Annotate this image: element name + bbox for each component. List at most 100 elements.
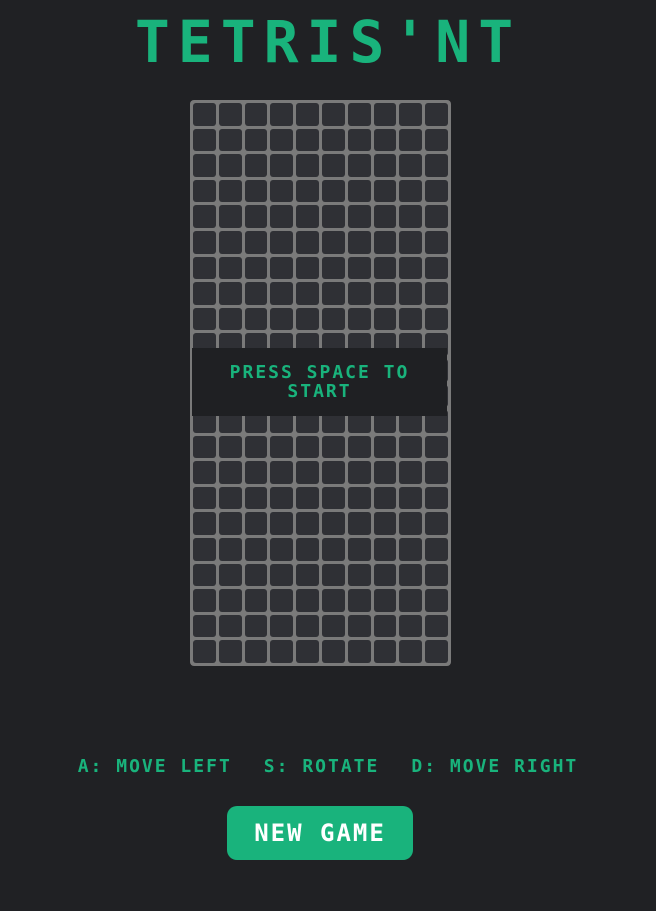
board-cell: [399, 435, 423, 459]
board-cell: [244, 640, 268, 663]
board-cell: [347, 512, 371, 536]
board-cell: [347, 205, 371, 228]
board-cell: [296, 205, 319, 228]
board-cell: [193, 154, 216, 177]
start-prompt: PRESS SPACE TO START: [229, 362, 410, 402]
board-cell: [193, 512, 216, 536]
control-key: S:: [263, 756, 290, 777]
board-cell: [321, 154, 345, 177]
board-cell: [399, 486, 423, 510]
board-cell: [270, 589, 294, 612]
board-cell: [347, 179, 371, 203]
controls-legend: A: MOVE LEFT S: ROTATE D: MOVE RIGHT: [0, 756, 656, 777]
board-cell: [321, 589, 345, 612]
board-cell: [244, 461, 268, 484]
board-cell: [270, 538, 294, 561]
board-cell: [399, 461, 423, 484]
board-cell: [270, 205, 294, 228]
board-cell: [244, 256, 268, 280]
board-cell: [399, 563, 423, 587]
board-cell: [218, 282, 242, 305]
board-cell: [399, 256, 423, 280]
board-cell: [270, 307, 294, 331]
board-cell: [425, 512, 448, 536]
board-cell: [296, 589, 319, 612]
board-cell: [244, 435, 268, 459]
board-cell: [399, 512, 423, 536]
board-cell: [399, 538, 423, 561]
game-title: TETRIS'NT: [134, 8, 522, 76]
board-cell: [373, 128, 397, 152]
board-cell: [347, 563, 371, 587]
board-cell: [270, 179, 294, 203]
board-cell: [270, 512, 294, 536]
board-cell: [399, 103, 423, 126]
board-cell: [193, 128, 216, 152]
board-cell: [321, 256, 345, 280]
board-cell: [270, 640, 294, 663]
board-cell: [296, 256, 319, 280]
board-cell: [373, 307, 397, 331]
board-cell: [193, 589, 216, 612]
board-cell: [399, 128, 423, 152]
new-game-button[interactable]: NEW GAME: [227, 806, 413, 860]
board-cell: [425, 230, 448, 254]
board-cell: [347, 486, 371, 510]
board-cell: [425, 614, 448, 638]
board-cell: [218, 589, 242, 612]
board-cell: [399, 640, 423, 663]
board-cell: [193, 435, 216, 459]
board-cell: [321, 512, 345, 536]
board-cell: [425, 563, 448, 587]
board-cell: [373, 614, 397, 638]
board-cell: [270, 614, 294, 638]
board-cell: [296, 486, 319, 510]
control-action: ROTATE: [302, 756, 380, 777]
board-cell: [218, 614, 242, 638]
board-cell: [399, 282, 423, 305]
board-cell: [425, 128, 448, 152]
board-cell: [296, 563, 319, 587]
board-cell: [425, 486, 448, 510]
board-cell: [347, 256, 371, 280]
board-cell: [270, 103, 294, 126]
board-cell: [425, 307, 448, 331]
board-cell: [296, 640, 319, 663]
board-cell: [244, 307, 268, 331]
board-cell: [347, 282, 371, 305]
board-cell: [373, 103, 397, 126]
board-cell: [270, 461, 294, 484]
board-cell: [218, 103, 242, 126]
board-cell: [270, 154, 294, 177]
board-cell: [244, 538, 268, 561]
board-cell: [347, 614, 371, 638]
board-cell: [399, 230, 423, 254]
board-cell: [270, 230, 294, 254]
board-cell: [244, 128, 268, 152]
board-cell: [347, 640, 371, 663]
board-cell: [321, 230, 345, 254]
board-cell: [347, 435, 371, 459]
board-cell: [373, 256, 397, 280]
board-cell: [193, 461, 216, 484]
board-cell: [373, 563, 397, 587]
board-cell: [218, 230, 242, 254]
board-cell: [321, 179, 345, 203]
board-cell: [399, 205, 423, 228]
board-cell: [244, 486, 268, 510]
board-cell: [347, 538, 371, 561]
board-cell: [321, 538, 345, 561]
board-cell: [218, 128, 242, 152]
board-cell: [373, 179, 397, 203]
board-cell: [244, 589, 268, 612]
board-cell: [347, 461, 371, 484]
control-key: D:: [411, 756, 438, 777]
board-cell: [244, 179, 268, 203]
board-cell: [193, 538, 216, 561]
board-cell: [373, 640, 397, 663]
board-cell: [321, 563, 345, 587]
board-cell: [218, 640, 242, 663]
board-cell: [321, 435, 345, 459]
board-cell: [373, 154, 397, 177]
board-cell: [244, 103, 268, 126]
